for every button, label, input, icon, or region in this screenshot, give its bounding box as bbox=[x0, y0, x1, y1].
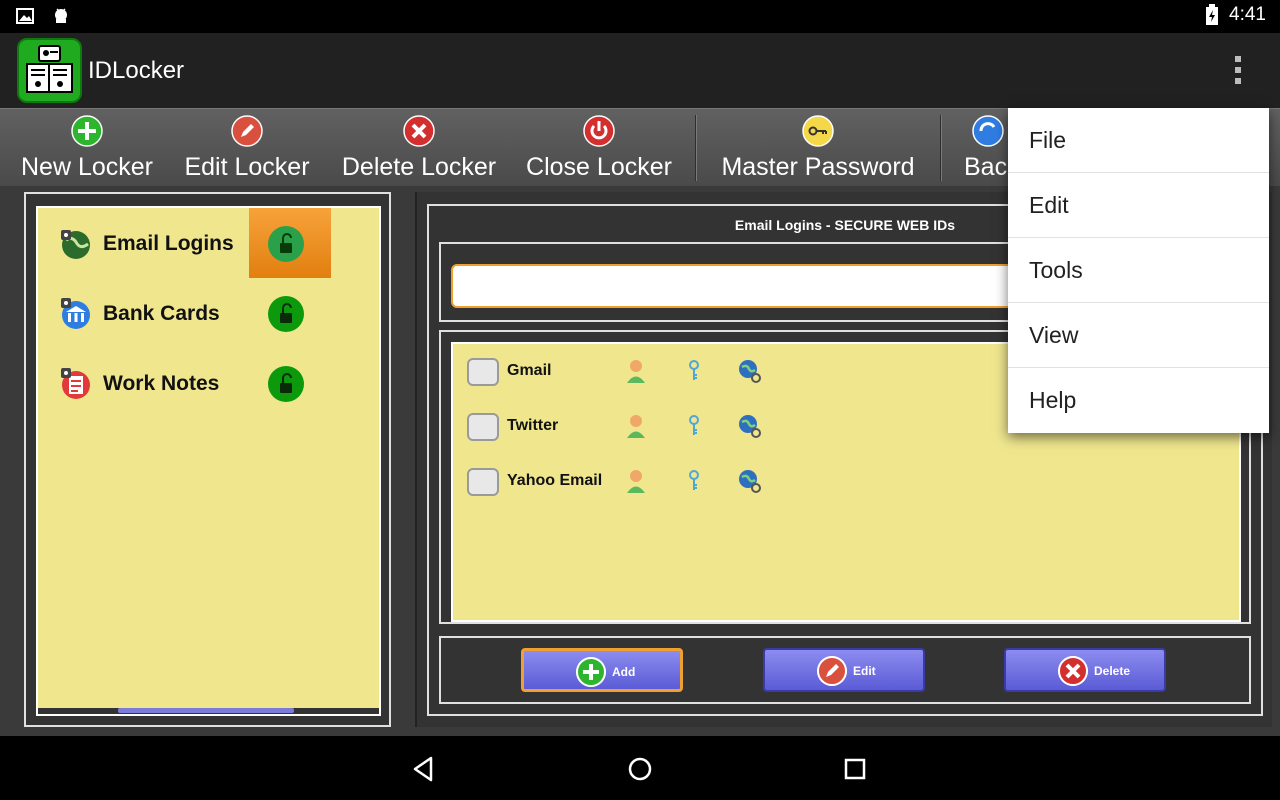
locker-list[interactable]: Email Logins Bank Cards Work Notes bbox=[36, 206, 381, 716]
menu-item-edit[interactable]: Edit bbox=[1008, 173, 1269, 238]
locker-label: Work Notes bbox=[103, 372, 220, 395]
user-icon[interactable] bbox=[625, 413, 647, 439]
master-password-label: Master Password bbox=[721, 153, 915, 181]
app-logo-icon bbox=[17, 38, 82, 103]
x-icon bbox=[403, 115, 435, 147]
locker-list-panel: Email Logins Bank Cards Work Notes bbox=[24, 192, 391, 727]
entry-label: Gmail bbox=[507, 362, 552, 379]
action-bar: IDLocker bbox=[0, 33, 1280, 108]
navigation-bar bbox=[0, 736, 1280, 800]
android-debug-icon bbox=[55, 8, 67, 23]
locker-label: Email Logins bbox=[103, 232, 234, 255]
menu-item-label: View bbox=[1029, 322, 1079, 348]
master-password-button[interactable]: Master Password bbox=[713, 109, 923, 187]
locker-item-bank-cards[interactable]: Bank Cards bbox=[38, 278, 379, 348]
locker-item-work-notes[interactable]: Work Notes bbox=[38, 348, 379, 418]
delete-locker-label: Delete Locker bbox=[341, 153, 497, 181]
power-icon bbox=[583, 115, 615, 147]
search-input[interactable] bbox=[451, 264, 1051, 308]
key-icon[interactable] bbox=[686, 470, 702, 492]
clock-time: 4:41 bbox=[1229, 4, 1266, 25]
overflow-menu: File Edit Tools View Help bbox=[1008, 108, 1269, 433]
delete-locker-button[interactable]: Delete Locker bbox=[336, 109, 502, 187]
key-icon[interactable] bbox=[686, 360, 702, 382]
add-entry-button[interactable]: Add bbox=[521, 648, 683, 692]
unlocked-icon[interactable] bbox=[268, 366, 304, 402]
unlocked-icon[interactable] bbox=[268, 296, 304, 332]
toolbar-divider bbox=[940, 115, 942, 181]
app-screen: 4:41 IDLocker New Locker Edit Locker Del… bbox=[0, 0, 1280, 800]
notes-lock-icon bbox=[61, 368, 90, 399]
edit-locker-button[interactable]: Edit Locker bbox=[178, 109, 316, 187]
menu-item-tools[interactable]: Tools bbox=[1008, 238, 1269, 303]
menu-item-file[interactable]: File bbox=[1008, 108, 1269, 173]
entry-label: Twitter bbox=[507, 417, 559, 434]
pencil-icon bbox=[231, 115, 263, 147]
edit-label: Edit bbox=[853, 664, 876, 678]
scrollbar-thumb[interactable] bbox=[118, 708, 294, 713]
gallery-notification-icon bbox=[16, 8, 34, 24]
back-icon[interactable] bbox=[407, 752, 441, 786]
unlocked-icon[interactable] bbox=[268, 226, 304, 262]
id-card-icon bbox=[467, 413, 499, 441]
home-icon[interactable] bbox=[623, 752, 657, 786]
bank-lock-icon bbox=[61, 298, 90, 329]
edit-locker-label: Edit Locker bbox=[184, 153, 310, 181]
overflow-menu-icon[interactable] bbox=[1225, 51, 1251, 91]
close-locker-label: Close Locker bbox=[526, 153, 672, 181]
menu-item-label: Edit bbox=[1029, 192, 1069, 218]
recent-apps-icon[interactable] bbox=[838, 752, 872, 786]
add-label: Add bbox=[612, 665, 636, 679]
plus-icon bbox=[576, 657, 606, 687]
pencil-icon bbox=[817, 656, 847, 686]
key-icon bbox=[802, 115, 834, 147]
menu-item-label: File bbox=[1029, 127, 1067, 153]
entry-label: Yahoo Email bbox=[507, 472, 603, 489]
id-card-icon bbox=[467, 358, 499, 386]
backup-icon bbox=[972, 115, 1004, 147]
new-locker-button[interactable]: New Locker bbox=[14, 109, 160, 187]
key-icon[interactable] bbox=[686, 415, 702, 437]
menu-item-view[interactable]: View bbox=[1008, 303, 1269, 368]
battery-charging-icon bbox=[1206, 4, 1219, 25]
delete-label: Delete bbox=[1094, 664, 1131, 678]
plus-icon bbox=[71, 115, 103, 147]
delete-entry-button[interactable]: Delete bbox=[1004, 648, 1166, 692]
user-icon[interactable] bbox=[625, 358, 647, 384]
locker-label: Bank Cards bbox=[103, 302, 220, 325]
globe-lock-icon bbox=[61, 230, 90, 259]
web-link-icon[interactable] bbox=[737, 468, 763, 494]
entry-actions-frame: Add Edit Delete bbox=[439, 636, 1251, 704]
id-card-icon bbox=[467, 468, 499, 496]
user-icon[interactable] bbox=[625, 468, 647, 494]
close-locker-button[interactable]: Close Locker bbox=[520, 109, 678, 187]
new-locker-label: New Locker bbox=[21, 153, 153, 181]
status-bar: 4:41 bbox=[0, 0, 1280, 33]
x-icon bbox=[1058, 656, 1088, 686]
locker-item-email-logins[interactable]: Email Logins bbox=[38, 208, 379, 278]
edit-entry-button[interactable]: Edit bbox=[763, 648, 925, 692]
horizontal-scrollbar[interactable] bbox=[38, 708, 379, 714]
app-title: IDLocker bbox=[88, 57, 185, 84]
menu-item-label: Help bbox=[1029, 387, 1077, 413]
menu-item-help[interactable]: Help bbox=[1008, 368, 1269, 433]
menu-item-label: Tools bbox=[1029, 257, 1083, 283]
web-link-icon[interactable] bbox=[737, 358, 763, 384]
web-link-icon[interactable] bbox=[737, 413, 763, 439]
toolbar-divider bbox=[695, 115, 697, 181]
entry-row-yahoo-email[interactable]: Yahoo Email bbox=[453, 454, 1239, 509]
